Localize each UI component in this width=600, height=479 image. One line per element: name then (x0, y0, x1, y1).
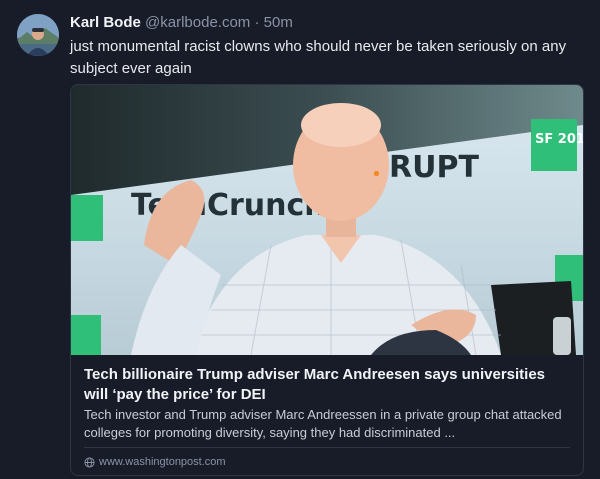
link-card-title[interactable]: Tech billionaire Trump adviser Marc Andr… (84, 365, 572, 405)
post: Karl Bode @karlbode.com · 50m just monum… (0, 0, 600, 479)
link-card-description: Tech investor and Trump adviser Marc And… (84, 407, 562, 440)
link-card[interactable]: TechCrunch RUPT SF 2016 (70, 84, 584, 476)
post-text: just monumental racist clowns who should… (70, 38, 567, 77)
post-header: Karl Bode @karlbode.com · 50m (70, 14, 293, 32)
link-card-image: TechCrunch RUPT SF 2016 (71, 85, 583, 355)
backdrop-text-sf2016: SF 2016 (535, 132, 583, 147)
post-timestamp[interactable]: 50m (264, 14, 293, 31)
author-name[interactable]: Karl Bode (70, 14, 141, 31)
link-card-divider (84, 447, 570, 448)
header-separator: · (254, 14, 260, 31)
avatar-photo (17, 14, 59, 56)
globe-icon (84, 456, 95, 468)
card-photo: TechCrunch RUPT SF 2016 (71, 85, 583, 355)
author-handle[interactable]: @karlbode.com (145, 14, 250, 31)
avatar[interactable] (17, 14, 59, 56)
link-card-domain[interactable]: www.washingtonpost.com (84, 455, 226, 469)
backdrop-text-disrupt: RUPT (389, 150, 479, 185)
link-card-domain-text: www.washingtonpost.com (99, 456, 226, 468)
